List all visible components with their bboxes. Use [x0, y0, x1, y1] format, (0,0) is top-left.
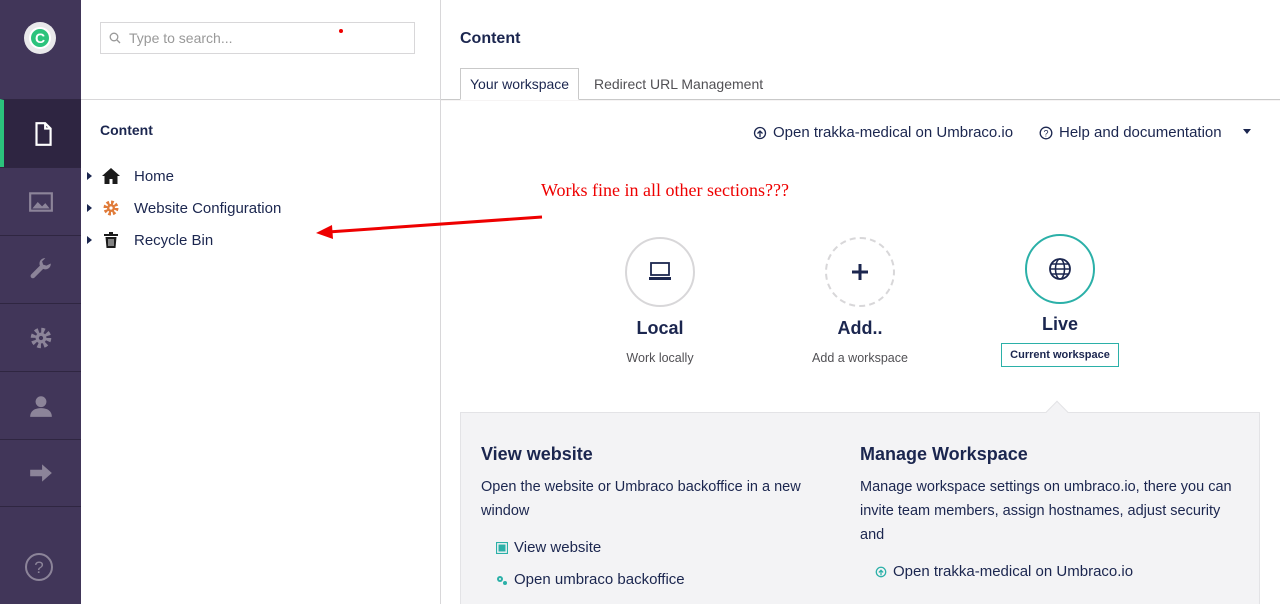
workspace-local[interactable]: Local Work locally	[600, 237, 720, 365]
workspace-subtitle: Work locally	[626, 351, 694, 365]
search-box[interactable]	[100, 22, 415, 54]
cog-icon	[102, 199, 120, 217]
tree-node-recycle-bin[interactable]: Recycle Bin	[87, 227, 213, 253]
manage-open-umbraco-io-label: Open trakka-medical on Umbraco.io	[893, 563, 1134, 580]
workspace-name: Add..	[837, 318, 883, 338]
section-media[interactable]	[0, 167, 81, 235]
search-input[interactable]	[127, 29, 407, 47]
workspace-circle[interactable]	[825, 237, 895, 307]
workspace-circle[interactable]	[1025, 234, 1095, 304]
home-icon	[102, 167, 120, 185]
manage-workspace-text: Manage workspace settings on umbraco.io,…	[860, 479, 1232, 543]
trash-icon	[102, 231, 120, 249]
annotation-text: Works fine in all other sections???	[541, 180, 789, 200]
workspace-circle[interactable]	[625, 237, 695, 307]
search-icon	[109, 32, 121, 44]
question-circle-icon: ?	[1039, 126, 1053, 139]
tree-node-label: Home	[134, 167, 175, 185]
caret-right-icon[interactable]	[87, 172, 92, 180]
workspace-subtitle: Add a workspace	[812, 351, 908, 365]
view-website-title: View website	[481, 444, 593, 464]
section-developer[interactable]	[0, 303, 81, 371]
cogs-icon	[497, 575, 507, 585]
tree-node-label: Website Configuration	[134, 199, 282, 217]
main-header: Content Your workspace Redirect URL Mana…	[441, 0, 1280, 100]
user-icon	[29, 395, 52, 417]
wrench-icon	[30, 257, 51, 278]
page-title: Content	[460, 30, 521, 47]
tab-your-workspace[interactable]: Your workspace	[460, 68, 580, 100]
open-backoffice-link-label: Open umbraco backoffice	[514, 571, 685, 588]
open-backoffice-link[interactable]: Open umbraco backoffice	[496, 571, 685, 588]
workspace-info-panel: View website Open the website or Umbraco…	[460, 400, 1260, 604]
help-documentation-label: Help and documentation	[1059, 124, 1222, 141]
plus-icon	[852, 264, 868, 280]
help-documentation-link[interactable]: ? Help and documentation	[1039, 124, 1222, 141]
view-website-text: Open the website or Umbraco backoffice i…	[481, 479, 801, 519]
laptop-icon	[649, 262, 671, 280]
cloud-upload-icon	[875, 566, 887, 577]
search-area	[81, 0, 440, 100]
document-icon	[34, 121, 52, 146]
section-users[interactable]	[0, 371, 81, 439]
cloud-upload-icon	[753, 126, 767, 139]
svg-text:?: ?	[34, 558, 43, 577]
workspace-live[interactable]: Live Current workspace	[995, 234, 1125, 367]
umbraco-logo-icon[interactable]: C	[24, 22, 56, 54]
caret-right-icon[interactable]	[87, 236, 92, 244]
tree-node-website-configuration[interactable]: Website Configuration	[87, 195, 281, 221]
caret-down-icon[interactable]	[1243, 129, 1251, 134]
workspace-name: Local	[636, 318, 684, 338]
help-icon[interactable]: ?	[24, 552, 54, 582]
manage-workspace-title: Manage Workspace	[860, 444, 1028, 464]
annotation-arrow	[316, 215, 543, 239]
arrow-right-icon	[29, 464, 52, 482]
open-umbraco-io-link[interactable]: Open trakka-medical on Umbraco.io	[753, 124, 1013, 141]
workspace-name: Live	[1041, 314, 1079, 334]
tab-redirect-url-management[interactable]: Redirect URL Management	[585, 68, 772, 100]
tree-node-home[interactable]: Home	[87, 163, 174, 189]
view-website-link-label: View website	[514, 539, 602, 556]
section-settings[interactable]	[0, 235, 81, 303]
open-umbraco-io-label: Open trakka-medical on Umbraco.io	[773, 124, 1014, 141]
section-rail: C ?	[0, 0, 81, 604]
section-content[interactable]	[0, 99, 81, 167]
annotation-dot	[339, 29, 343, 33]
workspace-add[interactable]: Add.. Add a workspace	[795, 237, 925, 365]
tree-panel: Content Home Website Configuration Recyc…	[81, 0, 441, 604]
caret-right-icon[interactable]	[87, 204, 92, 212]
tree-node-label: Recycle Bin	[134, 231, 214, 249]
current-workspace-badge: Current workspace	[1001, 343, 1119, 367]
window-icon	[496, 541, 508, 554]
svg-text:?: ?	[1043, 128, 1048, 138]
view-website-link[interactable]: View website	[496, 539, 601, 556]
gear-icon	[30, 327, 51, 348]
manage-open-umbraco-io-link[interactable]: Open trakka-medical on Umbraco.io	[875, 563, 1133, 580]
globe-icon	[1049, 258, 1071, 280]
image-icon	[28, 191, 53, 212]
tree-title: Content	[100, 122, 153, 138]
section-forms[interactable]	[0, 439, 81, 507]
